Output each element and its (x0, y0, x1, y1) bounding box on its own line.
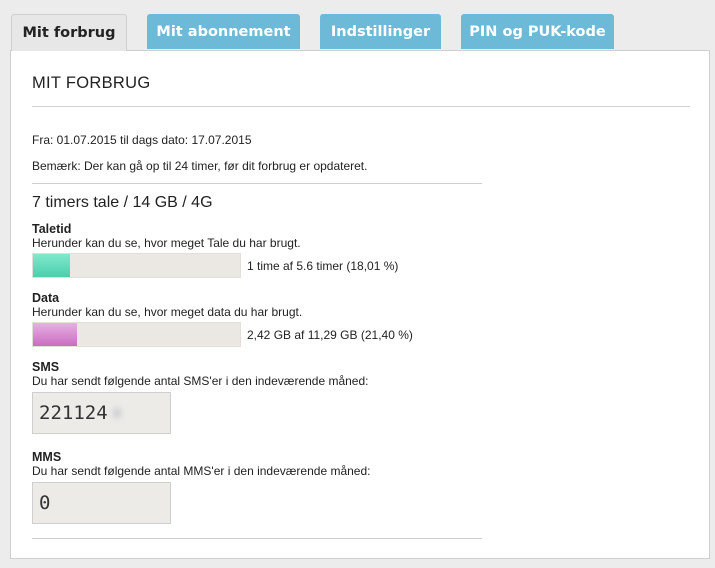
update-note: Bemærk: Der kan gå op til 24 timer, før … (32, 159, 368, 173)
sms-title: SMS (32, 360, 60, 374)
divider (32, 183, 482, 184)
talk-title: Taletid (32, 222, 72, 236)
plan-title: 7 timers tale / 14 GB / 4G (32, 194, 213, 211)
sms-count-field: 221124 (32, 392, 171, 434)
data-progress-fill (33, 323, 78, 346)
data-usage-text: 2,42 GB af 11,29 GB (21,40 %) (247, 328, 413, 342)
mms-title: MMS (32, 450, 62, 464)
talk-usage-text: 1 time af 5.6 timer (18,01 %) (247, 259, 399, 273)
mms-description: Du har sendt følgende antal MMS'er i den… (32, 464, 371, 478)
divider (32, 106, 690, 107)
tab-pin-puk[interactable]: PIN og PUK-kode (461, 14, 614, 49)
talk-progress-fill (33, 254, 71, 277)
divider (32, 538, 482, 539)
section-title: MIT FORBRUG (32, 74, 151, 92)
mms-count-value: 0 (39, 492, 51, 514)
redacted-blur (109, 405, 124, 421)
tab-mit-abonnement[interactable]: Mit abonnement (147, 14, 300, 49)
mms-count-field: 0 (32, 482, 171, 524)
tab-bar: Mit forbrug Mit abonnement Indstillinger… (0, 0, 715, 51)
data-title: Data (32, 291, 60, 305)
tab-mit-forbrug[interactable]: Mit forbrug (11, 14, 127, 51)
talk-progress-bar (32, 253, 241, 278)
tab-indstillinger[interactable]: Indstillinger (320, 14, 441, 49)
period-text: Fra: 01.07.2015 til dags dato: 17.07.201… (32, 133, 252, 147)
usage-panel: MIT FORBRUG Fra: 01.07.2015 til dags dat… (10, 50, 710, 559)
sms-description: Du har sendt følgende antal SMS'er i den… (32, 374, 369, 388)
talk-description: Herunder kan du se, hvor meget Tale du h… (32, 236, 301, 250)
data-description: Herunder kan du se, hvor meget data du h… (32, 305, 303, 319)
data-progress-bar (32, 322, 241, 347)
sms-count-value: 221124 (39, 402, 108, 424)
